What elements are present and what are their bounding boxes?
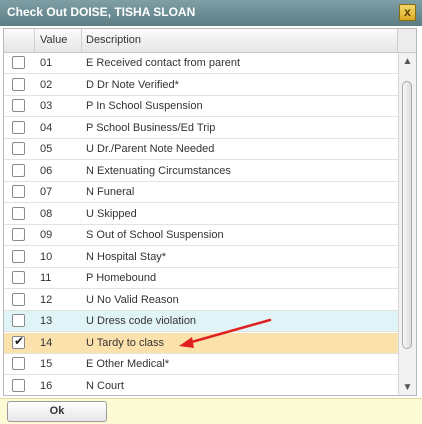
row-value: 08 — [40, 207, 53, 220]
table-row[interactable]: 10 N Hospital Stay* — [4, 247, 398, 268]
row-checkbox[interactable] — [12, 99, 25, 112]
table-row[interactable]: 12 U No Valid Reason — [4, 290, 398, 311]
row-description: E Other Medical* — [86, 358, 170, 370]
row-description: U Dress code violation — [86, 315, 197, 327]
vertical-scrollbar[interactable]: ▲ ▼ — [398, 53, 416, 395]
ok-button[interactable]: Ok — [7, 401, 107, 422]
row-description: U Tardy to class — [86, 336, 165, 349]
table-row[interactable]: 09 S Out of School Suspension — [4, 225, 398, 246]
row-description: N Funeral — [86, 186, 135, 198]
header-description[interactable]: Description — [82, 29, 398, 52]
row-description: N Extenuating Circumstances — [86, 164, 231, 177]
row-value: 04 — [40, 121, 53, 134]
table-body: 01 E Received contact from parent 02 D Dr N… — [4, 53, 398, 396]
header-corner — [398, 29, 416, 52]
row-value: 02 — [40, 78, 53, 91]
row-value: 09 — [40, 229, 53, 241]
row-checkbox[interactable] — [12, 228, 25, 241]
row-checkbox[interactable] — [12, 357, 25, 370]
row-value: 01 — [40, 57, 53, 69]
row-value: 15 — [40, 358, 53, 370]
row-checkbox[interactable] — [12, 206, 25, 220]
row-checkbox[interactable] — [12, 185, 25, 198]
scrollbar-thumb[interactable] — [402, 81, 412, 349]
row-description: D Dr Note Verified* — [86, 78, 179, 91]
row-description: N Court — [86, 379, 124, 392]
row-checkbox[interactable] — [12, 142, 25, 155]
row-checkbox[interactable] — [12, 120, 25, 134]
chevron-down-icon[interactable]: ▼ — [399, 379, 416, 395]
row-value: 13 — [40, 315, 53, 327]
row-description: E Received contact from parent — [86, 57, 241, 69]
close-icon: x — [404, 5, 411, 19]
table-row[interactable]: 16 N Court — [4, 376, 398, 396]
checkout-codes-table: Value Description 01 E Received contact f… — [3, 28, 417, 396]
table-row[interactable]: 02 D Dr Note Verified* — [4, 75, 398, 96]
table-row[interactable]: 08 U Skipped — [4, 204, 398, 225]
row-value: 05 — [40, 143, 53, 155]
table-row[interactable]: 07 N Funeral — [4, 182, 398, 203]
table-row[interactable]: 11 P Homebound — [4, 268, 398, 289]
table-row[interactable]: 01 E Received contact from parent — [4, 53, 398, 74]
chevron-up-icon[interactable]: ▲ — [399, 53, 416, 71]
row-value: 14 — [40, 336, 53, 349]
row-value: 11 — [40, 272, 52, 284]
row-checkbox[interactable] — [12, 292, 25, 306]
table-row[interactable]: 04 P School Business/Ed Trip — [4, 118, 398, 139]
row-description: S Out of School Suspension — [86, 229, 224, 241]
row-value: 12 — [40, 293, 53, 306]
row-value: 10 — [40, 250, 53, 263]
dialog-footer: Ok — [0, 398, 422, 424]
row-checkbox[interactable] — [12, 314, 25, 327]
table-row[interactable]: 06 N Extenuating Circumstances — [4, 161, 398, 182]
table-row[interactable]: 13 U Dress code violation — [4, 311, 398, 332]
table-header: Value Description — [4, 29, 416, 53]
row-value: 03 — [40, 100, 53, 112]
row-value: 06 — [40, 164, 53, 177]
row-description: P Homebound — [86, 272, 157, 284]
row-checkbox[interactable] — [12, 271, 25, 284]
row-checkbox[interactable] — [12, 163, 25, 177]
row-checkbox[interactable] — [12, 77, 25, 91]
row-description: P School Business/Ed Trip — [86, 121, 216, 134]
row-checkbox[interactable] — [12, 249, 25, 263]
header-check-column — [4, 29, 35, 52]
row-description: N Hospital Stay* — [86, 250, 167, 263]
table-row[interactable]: 14 U Tardy to class — [4, 332, 398, 354]
row-value: 16 — [40, 379, 53, 392]
table-row[interactable]: 03 P In School Suspension — [4, 96, 398, 117]
row-value: 07 — [40, 186, 53, 198]
row-description: U Dr./Parent Note Needed — [86, 143, 215, 155]
row-description: U Skipped — [86, 207, 137, 220]
window-title: Check Out DOISE, TISHA SLOAN — [7, 5, 196, 19]
close-button[interactable]: x — [399, 4, 416, 21]
table-row[interactable]: 15 E Other Medical* — [4, 354, 398, 375]
table-row[interactable]: 05 U Dr./Parent Note Needed — [4, 139, 398, 160]
row-checkbox[interactable] — [12, 334, 25, 349]
window-titlebar: Check Out DOISE, TISHA SLOAN x — [0, 0, 422, 26]
header-value[interactable]: Value — [35, 29, 82, 52]
row-checkbox[interactable] — [12, 378, 25, 392]
row-description: P In School Suspension — [86, 100, 203, 112]
row-description: U No Valid Reason — [86, 293, 179, 306]
row-checkbox[interactable] — [12, 56, 25, 69]
